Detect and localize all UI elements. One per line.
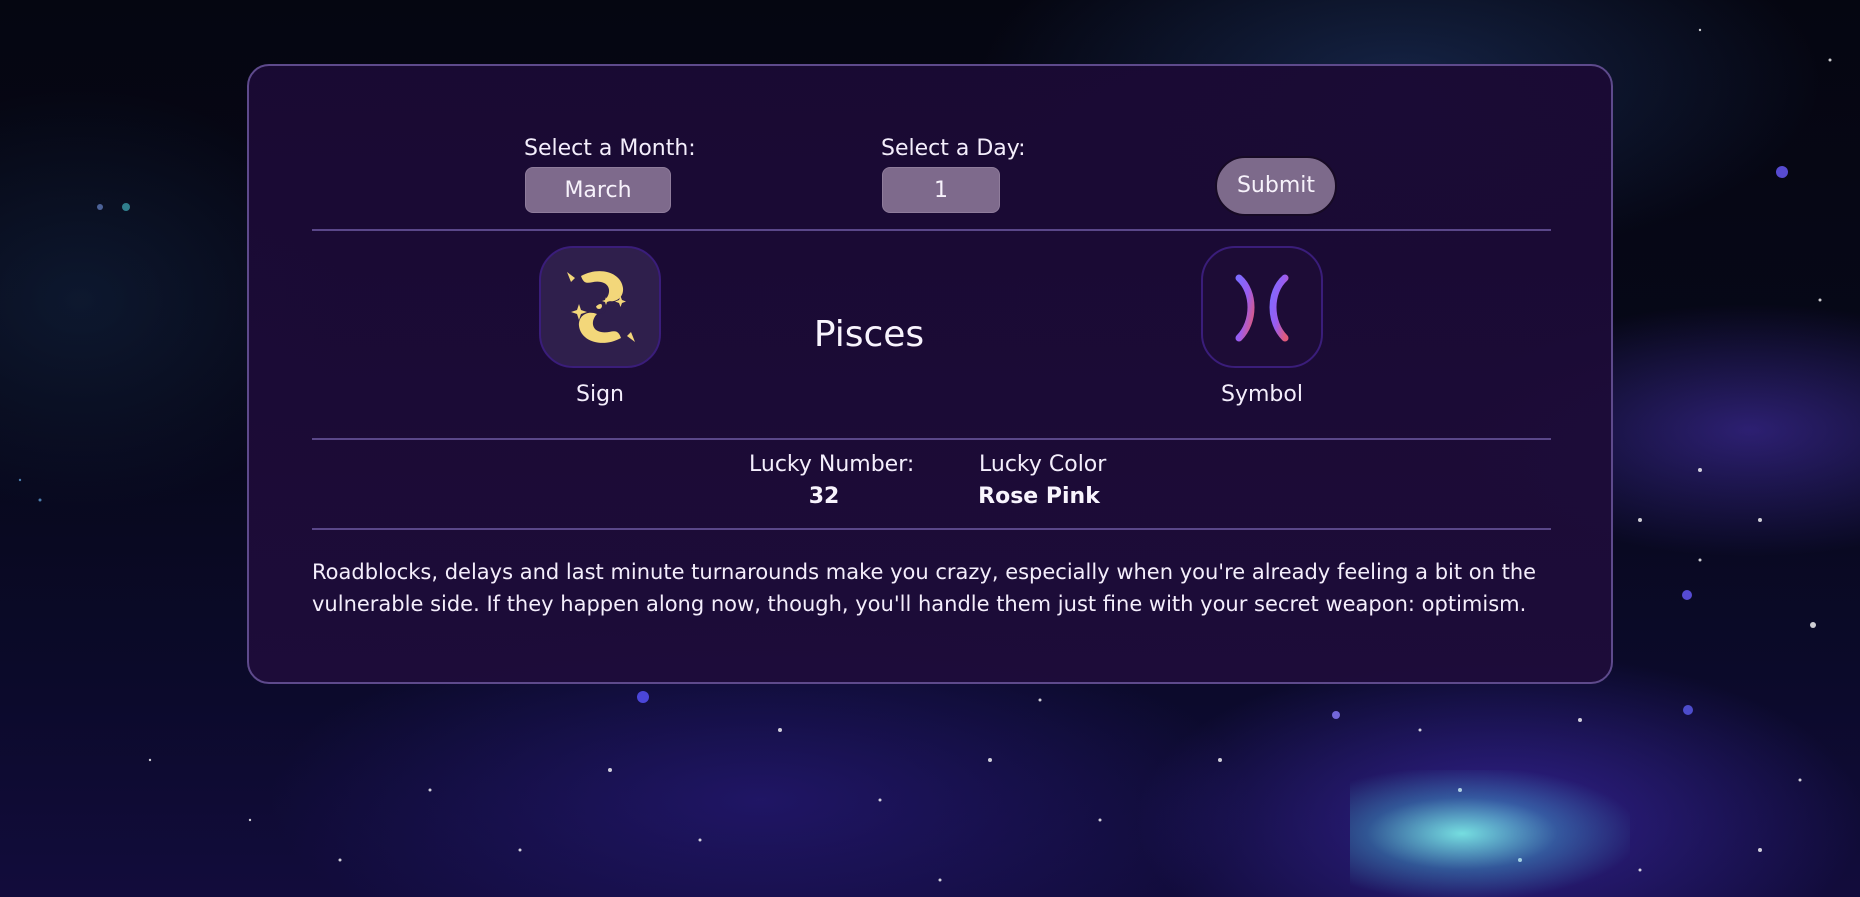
month-label: Select a Month: <box>524 136 696 161</box>
pisces-glyph-icon <box>1235 274 1289 342</box>
sign-caption: Sign <box>576 382 624 407</box>
month-select[interactable]: March <box>525 167 671 213</box>
symbol-caption: Symbol <box>1221 382 1303 407</box>
lucky-number-value: 32 <box>808 484 840 509</box>
submit-button[interactable]: Submit <box>1215 156 1337 216</box>
lucky-number-label: Lucky Number: <box>749 452 915 477</box>
nebula-glow <box>1350 770 1630 897</box>
horoscope-text: Roadblocks, delays and last minute turna… <box>312 560 1537 616</box>
pisces-fish-icon <box>567 271 635 343</box>
symbol-icon-box <box>1201 246 1323 368</box>
date-selection-form: Select a Month: March Select a Day: 1 Su… <box>249 66 1611 231</box>
lucky-color-label: Lucky Color <box>979 452 1107 477</box>
divider-top <box>312 229 1551 231</box>
horoscope-card: Select a Month: March Select a Day: 1 Su… <box>247 64 1613 684</box>
divider-bottom <box>312 528 1551 530</box>
sign-name: Pisces <box>813 314 925 355</box>
sign-icon-box <box>539 246 661 368</box>
day-label: Select a Day: <box>881 136 1026 161</box>
divider-middle <box>312 438 1551 440</box>
day-select[interactable]: 1 <box>882 167 1000 213</box>
lucky-color-value: Rose Pink <box>978 484 1100 509</box>
